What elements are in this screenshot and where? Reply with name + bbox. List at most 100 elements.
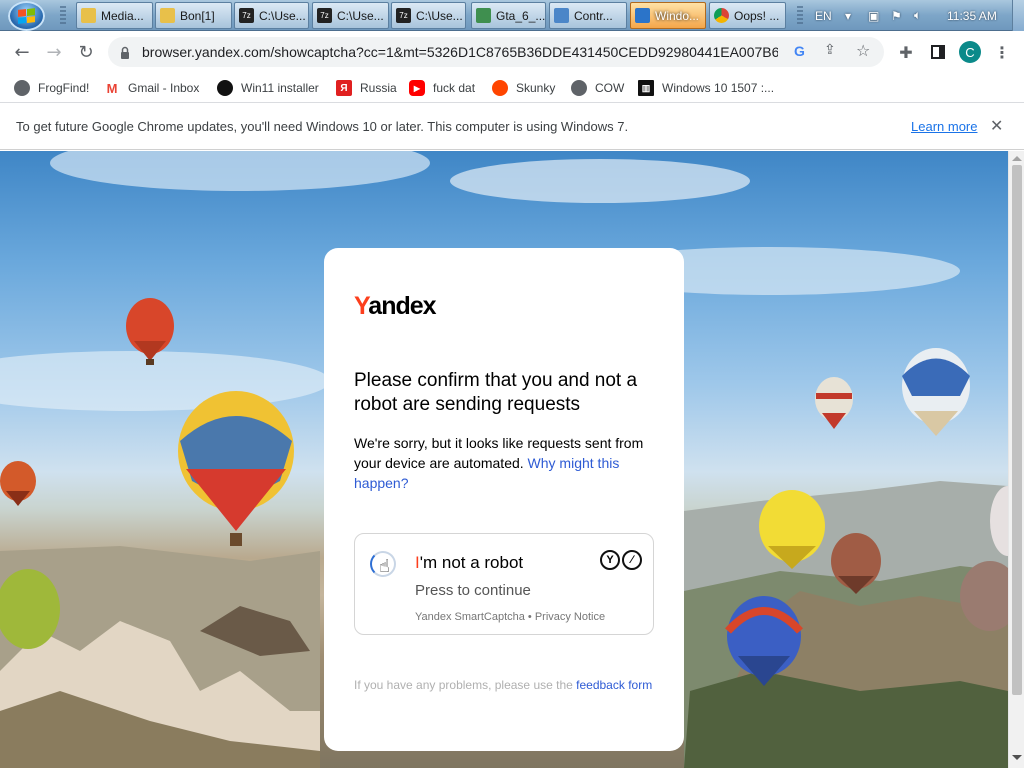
infobar-message: To get future Google Chrome updates, you…: [16, 119, 629, 134]
taskbar-button-gta[interactable]: Gta_6_...: [471, 2, 546, 29]
scrollbar-thumb[interactable]: [1012, 165, 1022, 695]
checkbox-subtitle: Press to continue: [415, 582, 531, 599]
yandex-circle-icon: Y: [600, 550, 620, 570]
globe-icon: [14, 80, 30, 96]
balloon-large-multicolor: [178, 391, 294, 546]
menu-kebab-icon[interactable]: ⋮: [990, 40, 1014, 64]
taskbar-button-control-panel[interactable]: Contr...: [549, 2, 627, 29]
bookmark-label: Win11 installer: [241, 81, 319, 95]
taskbar-button-media[interactable]: Media...: [76, 2, 153, 29]
taskbar-button-label: Oops! ...: [734, 8, 780, 23]
bookmark-star-icon[interactable]: ☆: [856, 41, 870, 60]
taskbar-button-windows-update[interactable]: Windo...: [630, 2, 706, 29]
action-center-flag-icon[interactable]: ⚑: [891, 0, 902, 31]
captcha-title: Please confirm that you and not a robot …: [354, 370, 638, 415]
bookmark-label: FrogFind!: [38, 81, 90, 95]
smartcaptcha-footer[interactable]: Yandex SmartCaptcha • Privacy Notice: [415, 611, 605, 623]
taskbar-button-label: Contr...: [574, 8, 613, 23]
clock-time: 11:35 AM: [947, 8, 997, 23]
bookmark-fuck-dat[interactable]: ▶ fuck dat: [409, 78, 475, 98]
bookmark-windows10-1507[interactable]: ▥ Windows 10 1507 :...: [638, 78, 774, 98]
yandex-logo: Yandex: [354, 292, 437, 321]
windows-taskbar: Media... Bon[1] 7z C:\Use... 7z C:\Use..…: [0, 0, 1024, 31]
share-icon[interactable]: ⇪: [824, 42, 836, 58]
clock[interactable]: 11:35 AM: [947, 0, 997, 31]
taskbar-button-label: Bon[1]: [180, 8, 215, 23]
language-indicator[interactable]: EN: [815, 0, 832, 31]
globe-icon: [571, 80, 587, 96]
bookmark-label: Skunky: [516, 81, 556, 95]
balloon-striped: [815, 377, 853, 429]
windows-logo-icon: [18, 8, 35, 24]
7zip-icon: 7z: [317, 8, 332, 23]
browser-toolbar: ← → ↻ browser.yandex.com/showcaptcha?cc=…: [0, 31, 1024, 73]
show-desktop-button[interactable]: [1012, 0, 1024, 31]
bookmark-frogfind[interactable]: FrogFind!: [14, 78, 89, 98]
control-panel-icon: [554, 8, 569, 23]
language-label: EN: [815, 8, 832, 23]
network-icon[interactable]: ▣: [868, 0, 879, 31]
bookmark-skunky[interactable]: Skunky: [492, 78, 555, 98]
folder-icon: [81, 8, 96, 23]
7zip-icon: 7z: [239, 8, 254, 23]
taskbar-button-label: Gta_6_...: [496, 8, 546, 23]
captcha-description: We're sorry, but it looks like requests …: [354, 433, 664, 493]
taskbar-button-label: Media...: [101, 8, 144, 23]
close-icon[interactable]: ✕: [990, 116, 1003, 135]
start-button[interactable]: [8, 1, 45, 31]
tray-grip[interactable]: [797, 6, 803, 26]
taskbar-button-7zip-2[interactable]: 7z C:\Use...: [312, 2, 389, 29]
profile-avatar[interactable]: C: [959, 41, 981, 63]
taskbar-button-7zip-1[interactable]: 7z C:\Use...: [234, 2, 309, 29]
balloon-blue-white: [902, 348, 970, 436]
taskbar-button-7zip-3[interactable]: 7z C:\Use...: [391, 2, 466, 29]
bookmark-russia[interactable]: Я Russia: [336, 78, 397, 98]
extensions-puzzle-icon[interactable]: ✚: [894, 40, 918, 64]
feedback-form-link[interactable]: feedback form: [576, 678, 652, 692]
not-robot-checkbox[interactable]: ☝ I'm not a robot Press to continue Yand…: [354, 533, 654, 635]
reload-icon[interactable]: ↻: [74, 40, 98, 64]
profile-initial: C: [965, 44, 975, 60]
bookmark-win11-installer[interactable]: Win11 installer: [217, 78, 319, 98]
address-bar[interactable]: browser.yandex.com/showcaptcha?cc=1&mt=5…: [108, 37, 884, 67]
youtube-icon: ▶: [409, 80, 425, 96]
forward-arrow-icon[interactable]: →: [42, 40, 66, 64]
yandex-icon: Я: [336, 80, 352, 96]
taskbar-button-bon[interactable]: Bon[1]: [155, 2, 232, 29]
update-infobar: To get future Google Chrome updates, you…: [0, 104, 1024, 150]
github-icon: [217, 80, 233, 96]
smartcaptcha-logo: Y ∕: [600, 550, 642, 570]
hand-cursor-icon: ☝: [379, 556, 390, 577]
url-text[interactable]: browser.yandex.com/showcaptcha?cc=1&mt=5…: [142, 44, 778, 60]
feedback-text: If you have any problems, please use the: [354, 678, 573, 692]
volume-icon[interactable]: 🔈︎: [914, 0, 921, 31]
google-translate-icon[interactable]: G: [794, 43, 810, 59]
page-background: Yandex Please confirm that you and not a…: [0, 151, 1008, 768]
taskbar-button-label: C:\Use...: [337, 8, 384, 23]
app-icon: [476, 8, 491, 23]
taskbar-button-label: C:\Use...: [259, 8, 306, 23]
feedback-note: If you have any problems, please use the…: [354, 676, 654, 694]
scroll-up-arrow-icon[interactable]: [1012, 156, 1022, 161]
bookmark-cow[interactable]: COW: [571, 78, 624, 98]
archive-icon: ▥: [638, 80, 654, 96]
learn-more-link[interactable]: Learn more: [911, 119, 977, 134]
back-arrow-icon[interactable]: ←: [10, 40, 34, 64]
yandex-logo-y: Y: [354, 292, 369, 320]
page-scrollbar[interactable]: [1008, 151, 1024, 768]
bookmark-gmail[interactable]: M Gmail - Inbox: [104, 78, 199, 98]
taskbar-grip[interactable]: [60, 6, 66, 26]
gmail-icon: M: [104, 80, 120, 96]
folder-icon: [160, 8, 175, 23]
chrome-icon: [714, 8, 729, 23]
lock-icon[interactable]: [120, 44, 130, 59]
scroll-down-arrow-icon[interactable]: [1012, 755, 1022, 760]
bookmark-label: Russia: [360, 81, 397, 95]
balloon-small-left: [0, 461, 36, 506]
taskbar-button-chrome[interactable]: Oops! ...: [709, 2, 786, 29]
captcha-card: Yandex Please confirm that you and not a…: [324, 248, 684, 751]
tray-expand-icon[interactable]: ▾: [845, 0, 851, 31]
side-panel-icon[interactable]: [926, 40, 950, 64]
bookmark-label: Windows 10 1507 :...: [662, 81, 775, 95]
bookmarks-bar: FrogFind! M Gmail - Inbox Win11 installe…: [0, 73, 1024, 103]
